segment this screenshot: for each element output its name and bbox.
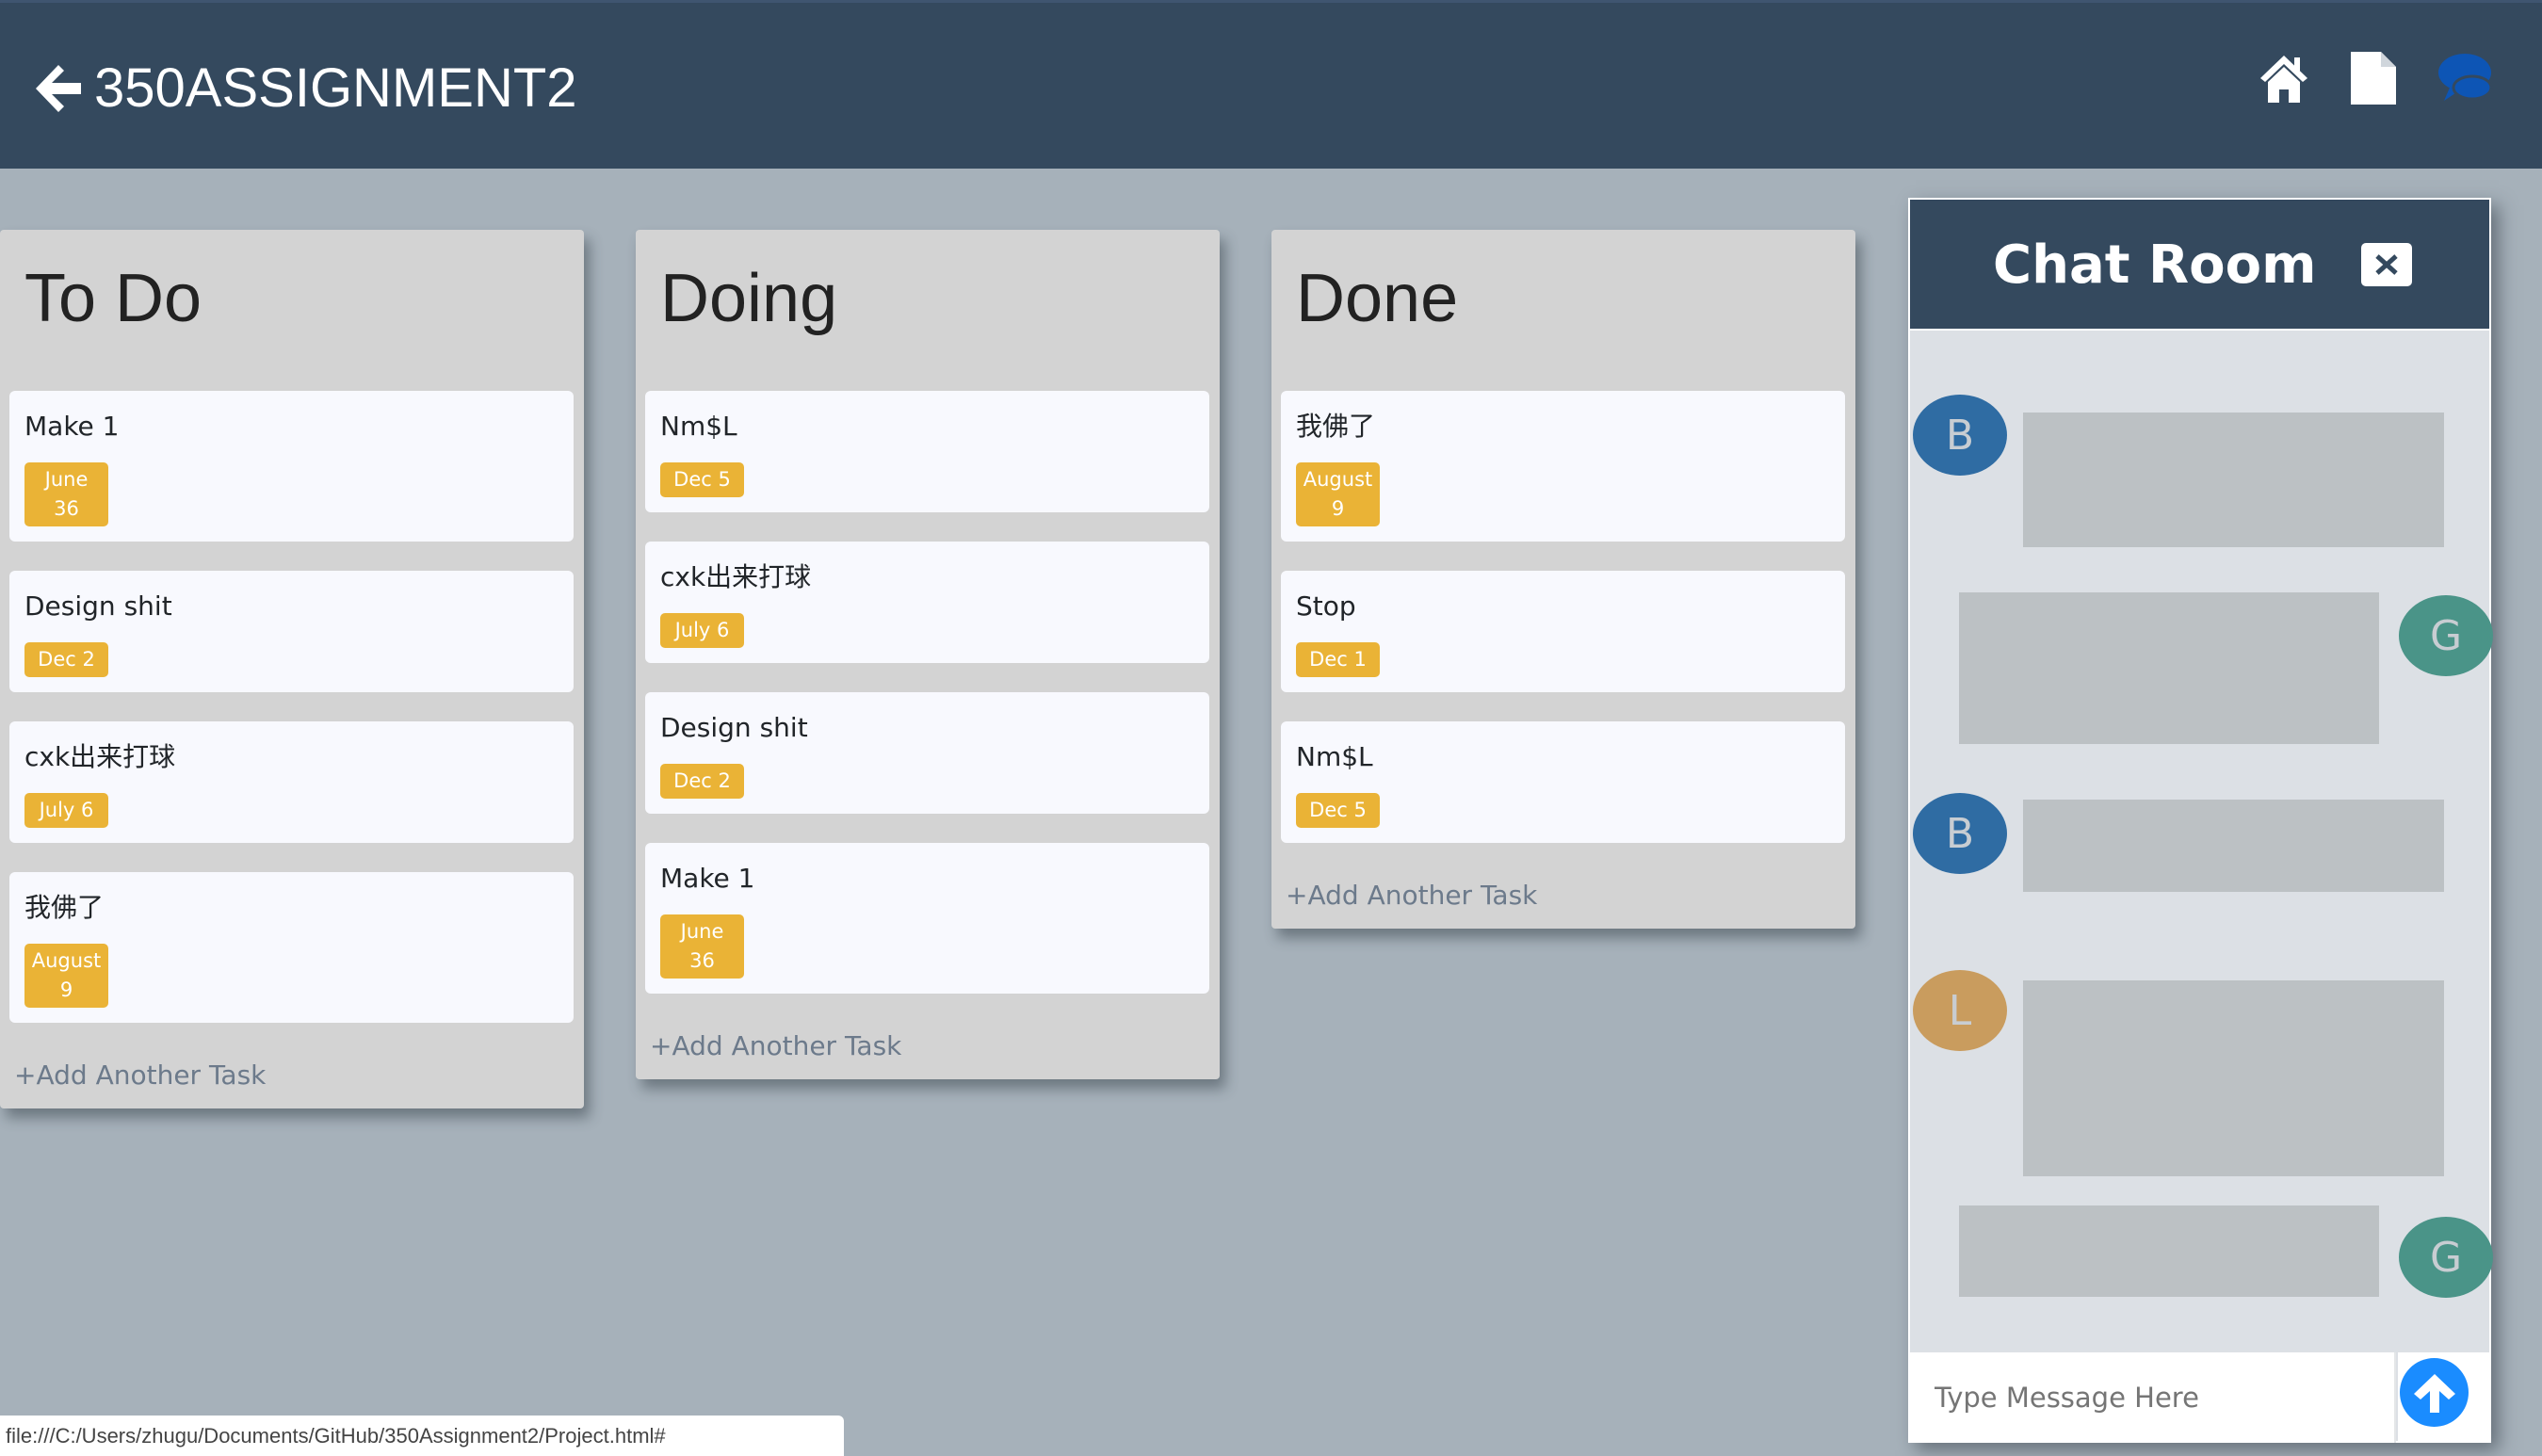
task-card[interactable]: 我佛了 August 9 (9, 872, 574, 1023)
app-title: 350ASSIGNMENT2 (94, 57, 577, 119)
due-date-badge: August 9 (24, 944, 108, 1008)
arrow-up-icon (2413, 1373, 2455, 1413)
message-input[interactable] (1910, 1352, 2396, 1443)
due-date-badge: August 9 (1296, 462, 1380, 526)
message-bubble (2023, 800, 2444, 892)
chat-header: Chat Room (1910, 200, 2489, 331)
back-arrow-icon[interactable] (34, 63, 83, 114)
chat-room-panel: Chat Room B G B L G (1908, 198, 2493, 1443)
task-card[interactable]: cxk出来打球 July 6 (645, 542, 1209, 663)
column-done: Done 我佛了 August 9 Stop Dec 1 Nm$L Dec 5 +Add An… (1271, 230, 1855, 929)
task-title: Make 1 (24, 411, 120, 442)
top-nav-bar: 350ASSIGNMENT2 (0, 0, 2542, 169)
message-bubble (2023, 413, 2444, 547)
add-task-link[interactable]: +Add Another Task (1281, 872, 1845, 919)
avatar: G (2399, 595, 2493, 676)
close-chat-button[interactable] (2361, 243, 2412, 286)
task-title: 我佛了 (24, 892, 105, 923)
due-date-badge: Dec 2 (24, 642, 108, 677)
task-title: Stop (1296, 590, 1356, 622)
task-title: Design shit (660, 712, 808, 743)
due-date-badge: Dec 2 (660, 764, 744, 799)
file-icon[interactable] (2349, 50, 2398, 106)
due-date-badge: Dec 1 (1296, 642, 1380, 677)
column-title: To Do (24, 261, 202, 336)
send-button[interactable] (2400, 1358, 2469, 1427)
task-title: Design shit (24, 590, 172, 622)
avatar: B (1913, 395, 2007, 476)
due-date-badge: July 6 (660, 613, 744, 648)
task-card[interactable]: Stop Dec 1 (1281, 571, 1845, 692)
message-bubble (1959, 592, 2379, 744)
task-card[interactable]: Make 1 June 36 (9, 391, 574, 542)
task-title: Nm$L (660, 411, 737, 442)
task-card[interactable]: Design shit Dec 2 (9, 571, 574, 692)
column-doing: Doing Nm$L Dec 5 cxk出来打球 July 6 Design shit De… (636, 230, 1220, 1079)
status-bar-url: file:///C:/Users/zhugu/Documents/GitHub/… (0, 1416, 844, 1456)
task-title: cxk出来打球 (24, 741, 176, 772)
avatar: L (1913, 970, 2007, 1051)
task-card[interactable]: cxk出来打球 July 6 (9, 721, 574, 843)
chat-title: Chat Room (1993, 235, 2317, 296)
task-card[interactable]: Make 1 June 36 (645, 843, 1209, 994)
close-icon (2375, 254, 2398, 275)
avatar: G (2399, 1217, 2493, 1298)
due-date-badge: Dec 5 (1296, 793, 1380, 828)
column-to-do: To Do Make 1 June 36 Design shit Dec 2 cxk出来打… (0, 230, 584, 1108)
chat-icon[interactable] (2437, 50, 2493, 106)
due-date-badge: Dec 5 (660, 462, 744, 497)
column-title: Doing (660, 261, 838, 336)
avatar: B (1913, 793, 2007, 874)
task-title: cxk出来打球 (660, 561, 812, 592)
message-bubble (2023, 980, 2444, 1176)
due-date-badge: June 36 (24, 462, 108, 526)
due-date-badge: June 36 (660, 914, 744, 979)
add-task-link[interactable]: +Add Another Task (645, 1023, 1209, 1070)
task-card[interactable]: Nm$L Dec 5 (645, 391, 1209, 512)
home-icon[interactable] (2259, 50, 2309, 106)
task-title: 我佛了 (1296, 411, 1376, 442)
task-card[interactable]: Nm$L Dec 5 (1281, 721, 1845, 843)
add-task-link[interactable]: +Add Another Task (9, 1052, 574, 1099)
task-title: Nm$L (1296, 741, 1373, 772)
task-card[interactable]: 我佛了 August 9 (1281, 391, 1845, 542)
message-bubble (1959, 1205, 2379, 1297)
task-card[interactable]: Design shit Dec 2 (645, 692, 1209, 814)
due-date-badge: July 6 (24, 793, 108, 828)
column-title: Done (1296, 261, 1459, 336)
task-title: Make 1 (660, 863, 755, 894)
